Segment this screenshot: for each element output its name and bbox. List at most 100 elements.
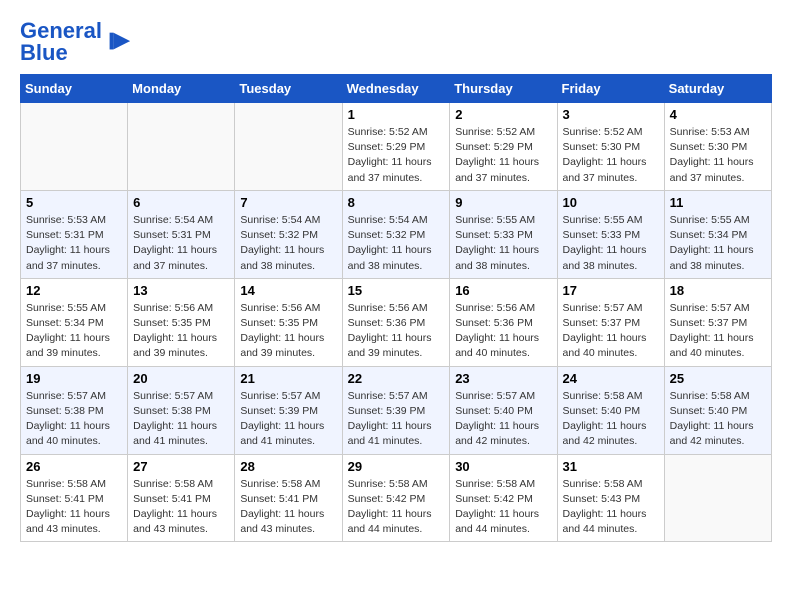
day-info: Sunrise: 5:57 AMSunset: 5:38 PMDaylight:… <box>26 389 122 450</box>
calendar-cell: 2Sunrise: 5:52 AMSunset: 5:29 PMDaylight… <box>450 103 557 191</box>
sunset-text: Sunset: 5:41 PM <box>26 492 122 507</box>
day-number: 5 <box>26 195 122 210</box>
sunset-text: Sunset: 5:35 PM <box>133 316 229 331</box>
daylight-text: Daylight: 11 hours and 37 minutes. <box>133 243 229 273</box>
sunset-text: Sunset: 5:39 PM <box>348 404 445 419</box>
calendar: SundayMondayTuesdayWednesdayThursdayFrid… <box>20 74 772 542</box>
logo-blue: Blue <box>20 40 68 65</box>
day-number: 31 <box>563 459 659 474</box>
calendar-cell: 28Sunrise: 5:58 AMSunset: 5:41 PMDayligh… <box>235 454 342 542</box>
daylight-text: Daylight: 11 hours and 41 minutes. <box>133 419 229 449</box>
calendar-cell: 31 Sunrise: 5:58 AMSunset: 5:43 PMDayligh… <box>557 454 664 542</box>
day-number: 14 <box>240 283 336 298</box>
sunrise-text: Sunrise: 5:58 AM <box>240 477 336 492</box>
day-number: 30 <box>455 459 551 474</box>
calendar-cell: 11 Sunrise: 5:55 AMSunset: 5:34 PMDayligh… <box>664 190 771 278</box>
day-number: 11 <box>670 195 766 210</box>
daylight-text: Daylight: 11 hours and 44 minutes. <box>455 507 551 537</box>
daylight-text: Daylight: 11 hours and 44 minutes. <box>348 507 445 537</box>
sunset-text: Sunset: 5:31 PM <box>26 228 122 243</box>
day-number: 23 <box>455 371 551 386</box>
day-info: Sunrise: 5:54 AMSunset: 5:32 PMDaylight:… <box>348 213 445 274</box>
day-info: Sunrise: 5:53 AMSunset: 5:30 PMDaylight:… <box>670 125 766 186</box>
sunrise-text: Sunrise: 5:57 AM <box>240 389 336 404</box>
sunrise-text: Sunrise: 5:56 AM <box>455 301 551 316</box>
day-info: Sunrise: 5:54 AMSunset: 5:32 PMDaylight:… <box>240 213 336 274</box>
day-info: Sunrise: 5:55 AMSunset: 5:34 PMDaylight:… <box>670 213 766 274</box>
sunset-text: Sunset: 5:32 PM <box>240 228 336 243</box>
calendar-cell: 15Sunrise: 5:56 AMSunset: 5:36 PMDayligh… <box>342 278 450 366</box>
day-number: 18 <box>670 283 766 298</box>
sunset-text: Sunset: 5:33 PM <box>563 228 659 243</box>
sunset-text: Sunset: 5:39 PM <box>240 404 336 419</box>
calendar-week-1: 1Sunrise: 5:52 AMSunset: 5:29 PMDaylight… <box>21 103 772 191</box>
sunrise-text: Sunrise: 5:57 AM <box>670 301 766 316</box>
sunset-text: Sunset: 5:41 PM <box>240 492 336 507</box>
sunrise-text: Sunrise: 5:52 AM <box>455 125 551 140</box>
day-number: 2 <box>455 107 551 122</box>
calendar-cell: 1Sunrise: 5:52 AMSunset: 5:29 PMDaylight… <box>342 103 450 191</box>
day-info: Sunrise: 5:58 AMSunset: 5:42 PMDaylight:… <box>348 477 445 538</box>
sunrise-text: Sunrise: 5:55 AM <box>563 213 659 228</box>
daylight-text: Daylight: 11 hours and 42 minutes. <box>455 419 551 449</box>
day-info: Sunrise: 5:57 AMSunset: 5:37 PMDaylight:… <box>670 301 766 362</box>
day-number: 21 <box>240 371 336 386</box>
sunset-text: Sunset: 5:30 PM <box>670 140 766 155</box>
calendar-cell: 26Sunrise: 5:58 AMSunset: 5:41 PMDayligh… <box>21 454 128 542</box>
sunset-text: Sunset: 5:40 PM <box>670 404 766 419</box>
day-number: 17 <box>563 283 659 298</box>
sunset-text: Sunset: 5:38 PM <box>26 404 122 419</box>
calendar-cell: 29Sunrise: 5:58 AMSunset: 5:42 PMDayligh… <box>342 454 450 542</box>
sunset-text: Sunset: 5:34 PM <box>670 228 766 243</box>
sunrise-text: Sunrise: 5:53 AM <box>670 125 766 140</box>
daylight-text: Daylight: 11 hours and 37 minutes. <box>26 243 122 273</box>
sunset-text: Sunset: 5:43 PM <box>563 492 659 507</box>
calendar-cell: 4 Sunrise: 5:53 AMSunset: 5:30 PMDaylight… <box>664 103 771 191</box>
weekday-header-sunday: Sunday <box>21 75 128 103</box>
day-number: 4 <box>670 107 766 122</box>
sunrise-text: Sunrise: 5:58 AM <box>348 477 445 492</box>
sunrise-text: Sunrise: 5:58 AM <box>563 477 659 492</box>
daylight-text: Daylight: 11 hours and 43 minutes. <box>26 507 122 537</box>
sunrise-text: Sunrise: 5:55 AM <box>455 213 551 228</box>
day-number: 19 <box>26 371 122 386</box>
daylight-text: Daylight: 11 hours and 42 minutes. <box>563 419 659 449</box>
calendar-cell: 7 Sunrise: 5:54 AMSunset: 5:32 PMDaylight… <box>235 190 342 278</box>
calendar-cell <box>128 103 235 191</box>
sunrise-text: Sunrise: 5:58 AM <box>670 389 766 404</box>
daylight-text: Daylight: 11 hours and 38 minutes. <box>563 243 659 273</box>
sunrise-text: Sunrise: 5:58 AM <box>455 477 551 492</box>
logo-icon <box>104 28 132 56</box>
daylight-text: Daylight: 11 hours and 39 minutes. <box>26 331 122 361</box>
logo-text: General Blue <box>20 20 132 64</box>
daylight-text: Daylight: 11 hours and 37 minutes. <box>563 155 659 185</box>
daylight-text: Daylight: 11 hours and 40 minutes. <box>26 419 122 449</box>
weekday-header-monday: Monday <box>128 75 235 103</box>
sunrise-text: Sunrise: 5:57 AM <box>26 389 122 404</box>
daylight-text: Daylight: 11 hours and 40 minutes. <box>563 331 659 361</box>
day-info: Sunrise: 5:57 AMSunset: 5:39 PMDaylight:… <box>240 389 336 450</box>
day-info: Sunrise: 5:57 AMSunset: 5:38 PMDaylight:… <box>133 389 229 450</box>
day-info: Sunrise: 5:57 AMSunset: 5:40 PMDaylight:… <box>455 389 551 450</box>
sunrise-text: Sunrise: 5:58 AM <box>563 389 659 404</box>
day-info: Sunrise: 5:52 AMSunset: 5:29 PMDaylight:… <box>348 125 445 186</box>
day-number: 27 <box>133 459 229 474</box>
sunset-text: Sunset: 5:35 PM <box>240 316 336 331</box>
day-info: Sunrise: 5:58 AMSunset: 5:43 PMDaylight:… <box>563 477 659 538</box>
day-number: 7 <box>240 195 336 210</box>
day-info: Sunrise: 5:58 AMSunset: 5:41 PMDaylight:… <box>133 477 229 538</box>
calendar-cell: 14Sunrise: 5:56 AMSunset: 5:35 PMDayligh… <box>235 278 342 366</box>
calendar-cell: 18 Sunrise: 5:57 AMSunset: 5:37 PMDayligh… <box>664 278 771 366</box>
sunset-text: Sunset: 5:36 PM <box>348 316 445 331</box>
calendar-cell: 16Sunrise: 5:56 AMSunset: 5:36 PMDayligh… <box>450 278 557 366</box>
daylight-text: Daylight: 11 hours and 41 minutes. <box>240 419 336 449</box>
sunset-text: Sunset: 5:31 PM <box>133 228 229 243</box>
daylight-text: Daylight: 11 hours and 40 minutes. <box>455 331 551 361</box>
daylight-text: Daylight: 11 hours and 40 minutes. <box>670 331 766 361</box>
sunrise-text: Sunrise: 5:56 AM <box>133 301 229 316</box>
sunset-text: Sunset: 5:42 PM <box>455 492 551 507</box>
day-info: Sunrise: 5:56 AMSunset: 5:35 PMDaylight:… <box>133 301 229 362</box>
daylight-text: Daylight: 11 hours and 38 minutes. <box>240 243 336 273</box>
sunrise-text: Sunrise: 5:55 AM <box>670 213 766 228</box>
sunset-text: Sunset: 5:40 PM <box>455 404 551 419</box>
